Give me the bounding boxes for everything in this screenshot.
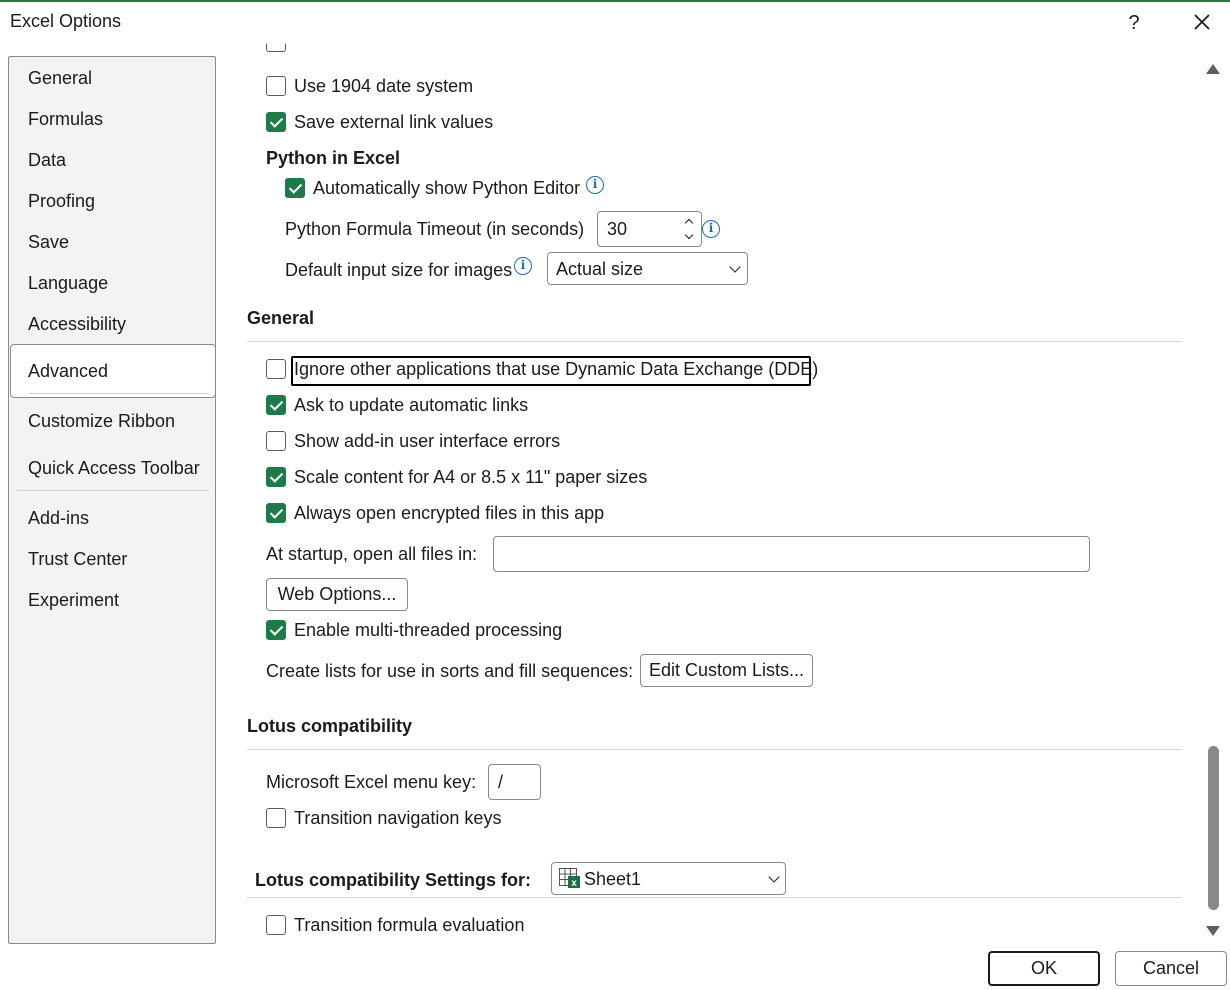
sidebar-item-add-ins[interactable]: Add-ins — [28, 508, 89, 529]
label-default-image-size: Default input size for images — [285, 260, 513, 280]
label-transition-nav-keys: Transition navigation keys — [294, 808, 502, 828]
label-open-encrypted: Always open encrypted files in this app — [294, 503, 605, 523]
sidebar-item-save[interactable]: Save — [28, 232, 69, 253]
sidebar-item-experiment[interactable]: Experiment — [28, 590, 119, 611]
help-button[interactable]: ? — [1124, 9, 1144, 37]
label-auto-python-editor: Automatically show Python Editor — [313, 178, 581, 198]
checkbox-1904-date-system[interactable] — [266, 76, 286, 96]
checkbox-auto-python-editor[interactable] — [285, 178, 305, 198]
sidebar-item-customize-ribbon[interactable]: Customize Ribbon — [28, 411, 175, 432]
sidebar-item-data[interactable]: Data — [28, 150, 66, 171]
sidebar-item-proofing[interactable]: Proofing — [28, 191, 95, 212]
info-icon[interactable]: i — [586, 176, 604, 194]
scroll-up-arrow-icon[interactable] — [1206, 64, 1220, 74]
sidebar-divider — [17, 490, 209, 491]
label-multithreaded: Enable multi-threaded processing — [294, 620, 563, 640]
edit-custom-lists-button[interactable]: Edit Custom Lists... — [640, 654, 813, 687]
section-divider — [247, 749, 1182, 750]
section-divider — [247, 897, 1182, 898]
scrollbar-thumb[interactable] — [1208, 746, 1219, 910]
info-icon[interactable]: i — [514, 257, 532, 275]
label-custom-lists: Create lists for use in sorts and fill s… — [266, 661, 634, 681]
checkbox-transition-formula-eval[interactable] — [266, 915, 286, 935]
label-ignore-dde: Ignore other applications that use Dynam… — [294, 359, 819, 379]
web-options-button[interactable]: Web Options... — [266, 578, 408, 611]
options-sidebar: General Formulas Data Proofing Save Lang… — [8, 56, 216, 944]
label-scale-content: Scale content for A4 or 8.5 x 11" paper … — [294, 467, 648, 487]
close-button[interactable] — [1188, 8, 1216, 36]
lotus-sheet-value: Sheet1 — [584, 869, 642, 889]
section-divider — [247, 341, 1182, 342]
label-save-external-links: Save external link values — [294, 112, 494, 132]
label-ask-update-links: Ask to update automatic links — [294, 395, 529, 415]
chevron-down-icon — [768, 871, 780, 883]
checkbox-ignore-dde[interactable] — [266, 359, 286, 379]
checkbox-multithreaded[interactable] — [266, 620, 286, 640]
checkbox-ask-update-links[interactable] — [266, 395, 286, 415]
label-1904-date-system: Use 1904 date system — [294, 76, 474, 96]
checkbox-open-encrypted[interactable] — [266, 503, 286, 523]
checkbox-save-external-links[interactable] — [266, 112, 286, 132]
label-menu-key: Microsoft Excel menu key: — [266, 772, 477, 792]
image-size-value: Actual size — [556, 259, 644, 279]
menu-key-value: / — [498, 772, 504, 792]
lotus-sheet-dropdown[interactable]: x Sheet1 — [551, 862, 786, 895]
sidebar-item-quick-access-toolbar[interactable]: Quick Access Toolbar — [28, 458, 200, 479]
worksheet-icon: x — [559, 868, 580, 888]
lotus-section-heading: Lotus compatibility — [247, 716, 413, 736]
cancel-button[interactable]: Cancel — [1115, 951, 1227, 986]
menu-key-input[interactable]: / — [488, 764, 541, 800]
stepper-up-icon[interactable] — [684, 218, 694, 228]
chevron-down-icon — [729, 261, 741, 273]
checkbox-addin-errors[interactable] — [266, 431, 286, 451]
svg-text:x: x — [571, 878, 577, 888]
label-startup-folder: At startup, open all files in: — [266, 544, 478, 564]
python-timeout-stepper[interactable]: 30 — [597, 211, 702, 247]
lotus-settings-heading: Lotus compatibility Settings for: — [255, 870, 532, 890]
sidebar-item-trust-center[interactable]: Trust Center — [28, 549, 127, 570]
checkbox-transition-nav-keys[interactable] — [266, 808, 286, 828]
checkbox-partially-hidden[interactable] — [266, 44, 286, 52]
sidebar-item-accessibility[interactable]: Accessibility — [28, 314, 126, 335]
general-section-heading: General — [247, 308, 315, 328]
ok-button[interactable]: OK — [988, 951, 1100, 986]
scroll-down-arrow-icon[interactable] — [1206, 926, 1220, 936]
sidebar-item-advanced[interactable]: Advanced — [28, 361, 108, 382]
advanced-options-panel: Use 1904 date system Save external link … — [218, 44, 1203, 944]
window-accent-line — [0, 0, 1230, 2]
image-size-dropdown[interactable]: Actual size — [547, 252, 748, 285]
label-python-timeout: Python Formula Timeout (in seconds) — [285, 219, 585, 239]
python-section-heading: Python in Excel — [266, 148, 401, 168]
sidebar-item-language[interactable]: Language — [28, 273, 108, 294]
checkbox-scale-content[interactable] — [266, 467, 286, 487]
label-addin-errors: Show add-in user interface errors — [294, 431, 561, 451]
sidebar-item-general[interactable]: General — [28, 68, 92, 89]
info-icon[interactable]: i — [702, 220, 720, 238]
python-timeout-value: 30 — [607, 219, 628, 239]
sidebar-item-formulas[interactable]: Formulas — [28, 109, 103, 130]
active-nav-underline — [29, 393, 209, 394]
startup-folder-input[interactable] — [493, 536, 1090, 572]
stepper-down-icon[interactable] — [684, 230, 694, 240]
label-transition-formula-eval: Transition formula evaluation — [294, 915, 525, 935]
dialog-title: Excel Options — [10, 11, 122, 31]
close-icon — [1194, 14, 1210, 30]
